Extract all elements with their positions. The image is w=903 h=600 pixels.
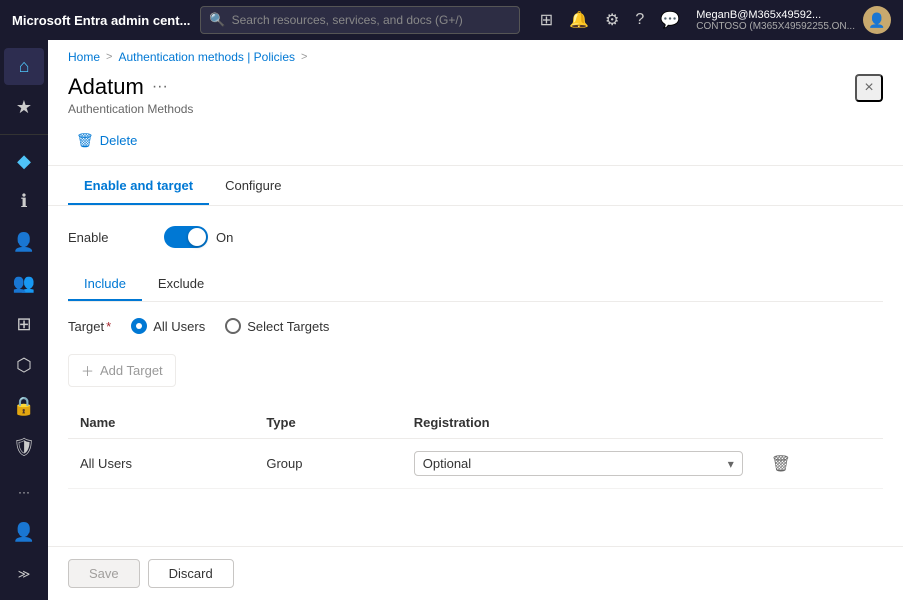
main-layout: ⌂ ★ ◆ ℹ 👤 👥 ⊞ ⬡ 🔒 🛡 ··· 👤 ≫ Home > Authe… bbox=[0, 40, 903, 600]
sidebar-item-groups[interactable]: 👥 bbox=[4, 265, 44, 302]
table-body: All Users Group Optional ▾ 🗑 bbox=[68, 439, 883, 489]
table-header-row: Name Type Registration bbox=[68, 407, 883, 439]
breadcrumb-home[interactable]: Home bbox=[68, 50, 100, 64]
col-registration: Registration bbox=[402, 407, 755, 439]
tab-enable-target[interactable]: Enable and target bbox=[68, 166, 209, 205]
tab-configure[interactable]: Configure bbox=[209, 166, 297, 205]
save-button[interactable]: Save bbox=[68, 559, 140, 588]
col-type: Type bbox=[254, 407, 401, 439]
add-target-label: Add Target bbox=[100, 363, 163, 378]
user-tenant: CONTOSO (M365X49592255.ON... bbox=[696, 21, 855, 32]
user-name: MeganB@M365x49592... bbox=[696, 9, 855, 21]
discard-button[interactable]: Discard bbox=[148, 559, 234, 588]
cell-registration: Optional ▾ bbox=[402, 439, 755, 489]
top-bar-icons: ⊞ 🔔 ⚙ ? 💬 MeganB@M365x49592... CONTOSO (… bbox=[540, 6, 891, 34]
radio-group: All Users Select Targets bbox=[131, 318, 329, 334]
user-section[interactable]: MeganB@M365x49592... CONTOSO (M365X49592… bbox=[696, 6, 891, 34]
top-bar: Microsoft Entra admin cent... 🔍 ⊞ 🔔 ⚙ ? … bbox=[0, 0, 903, 40]
search-input[interactable] bbox=[232, 13, 512, 27]
settings-icon[interactable]: ⚙ bbox=[605, 10, 619, 30]
chevron-down-icon: ▾ bbox=[728, 457, 734, 471]
radio-all-users[interactable]: All Users bbox=[131, 318, 205, 334]
app-title: Microsoft Entra admin cent... bbox=[12, 13, 190, 28]
help-icon[interactable]: ? bbox=[635, 11, 644, 29]
sidebar-item-expand[interactable]: ≫ bbox=[4, 555, 44, 592]
table-row: All Users Group Optional ▾ 🗑 bbox=[68, 439, 883, 489]
col-actions bbox=[755, 407, 883, 439]
table-head: Name Type Registration bbox=[68, 407, 883, 439]
toggle-knob bbox=[188, 228, 206, 246]
add-target-button[interactable]: ＋ Add Target bbox=[68, 354, 176, 387]
sidebar-item-profile[interactable]: 👤 bbox=[4, 514, 44, 551]
sidebar-item-lock[interactable]: 🔒 bbox=[4, 388, 44, 425]
cell-type: Group bbox=[254, 439, 401, 489]
portal-icon[interactable]: ⊞ bbox=[540, 10, 553, 30]
registration-value: Optional bbox=[423, 456, 720, 471]
delete-icon: 🗑 bbox=[76, 132, 94, 149]
breadcrumb-sep1: > bbox=[106, 51, 112, 63]
radio-all-users-label: All Users bbox=[153, 319, 205, 334]
panel-subtitle: Authentication Methods bbox=[68, 102, 193, 116]
sidebar: ⌂ ★ ◆ ℹ 👤 👥 ⊞ ⬡ 🔒 🛡 ··· 👤 ≫ bbox=[0, 40, 48, 600]
footer: Save Discard bbox=[48, 546, 903, 600]
sidebar-item-home[interactable]: ⌂ bbox=[4, 48, 44, 85]
sidebar-item-apps[interactable]: ⊞ bbox=[4, 306, 44, 343]
sidebar-item-users[interactable]: 👤 bbox=[4, 224, 44, 261]
panel-title: Adatum bbox=[68, 74, 144, 100]
search-icon: 🔍 bbox=[209, 12, 225, 28]
sidebar-item-identity[interactable]: ◆ bbox=[4, 143, 44, 180]
user-avatar[interactable]: 👤 bbox=[863, 6, 891, 34]
sidebar-item-more[interactable]: ··· bbox=[4, 474, 44, 511]
content-area: Home > Authentication methods | Policies… bbox=[48, 40, 903, 600]
close-button[interactable]: × bbox=[855, 74, 883, 102]
radio-select-targets-label: Select Targets bbox=[247, 319, 329, 334]
sub-tab-exclude[interactable]: Exclude bbox=[142, 268, 220, 301]
notification-icon[interactable]: 🔔 bbox=[569, 10, 589, 30]
breadcrumb-sep2: > bbox=[301, 51, 307, 63]
target-label: Target * bbox=[68, 319, 111, 334]
sidebar-item-network[interactable]: ⬡ bbox=[4, 347, 44, 384]
row-delete-icon[interactable]: 🗑 bbox=[767, 452, 795, 477]
panel-body: Enable On Include Exclude Target * bbox=[48, 206, 903, 546]
toggle-container: On bbox=[164, 226, 233, 248]
toolbar: 🗑 Delete bbox=[48, 124, 903, 166]
feedback-icon[interactable]: 💬 bbox=[660, 10, 680, 30]
radio-select-targets[interactable]: Select Targets bbox=[225, 318, 329, 334]
radio-select-targets-btn bbox=[225, 318, 241, 334]
sub-tab-include[interactable]: Include bbox=[68, 268, 142, 301]
col-name: Name bbox=[68, 407, 254, 439]
breadcrumb-auth-methods[interactable]: Authentication methods | Policies bbox=[118, 50, 295, 64]
panel-more-button[interactable]: ··· bbox=[152, 78, 168, 96]
delete-button[interactable]: 🗑 Delete bbox=[68, 128, 145, 153]
breadcrumb: Home > Authentication methods | Policies… bbox=[48, 40, 903, 70]
required-star: * bbox=[106, 319, 111, 334]
radio-all-users-btn bbox=[131, 318, 147, 334]
tab-bar: Enable and target Configure bbox=[48, 166, 903, 206]
enable-row: Enable On bbox=[68, 226, 883, 248]
panel-header: Adatum ··· Authentication Methods × bbox=[48, 70, 903, 124]
cell-name: All Users bbox=[68, 439, 254, 489]
add-icon: ＋ bbox=[81, 361, 94, 380]
sidebar-item-info[interactable]: ℹ bbox=[4, 184, 44, 221]
sidebar-item-favorites[interactable]: ★ bbox=[4, 89, 44, 126]
data-table: Name Type Registration All Users Group O… bbox=[68, 407, 883, 489]
user-info: MeganB@M365x49592... CONTOSO (M365X49592… bbox=[696, 9, 855, 32]
sub-tab-bar: Include Exclude bbox=[68, 268, 883, 302]
cell-delete: 🗑 bbox=[755, 439, 883, 489]
enable-toggle[interactable] bbox=[164, 226, 208, 248]
panel-title-section: Adatum ··· Authentication Methods bbox=[68, 74, 193, 116]
enable-label: Enable bbox=[68, 230, 148, 245]
panel-title-row: Adatum ··· bbox=[68, 74, 193, 100]
registration-dropdown[interactable]: Optional ▾ bbox=[414, 451, 743, 476]
sidebar-item-security[interactable]: 🛡 bbox=[4, 429, 44, 466]
delete-label: Delete bbox=[100, 133, 138, 148]
toggle-state: On bbox=[216, 230, 233, 245]
target-row: Target * All Users Select Targets bbox=[68, 318, 883, 334]
search-box[interactable]: 🔍 bbox=[200, 6, 520, 34]
